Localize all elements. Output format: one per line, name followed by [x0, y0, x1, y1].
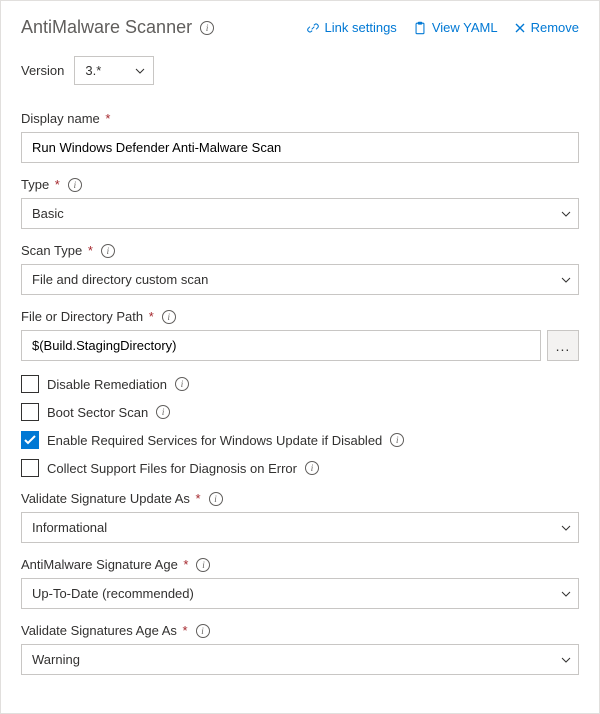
checkbox-group: Disable Remediation i Boot Sector Scan i…	[21, 375, 579, 477]
version-select[interactable]: 3.*	[74, 56, 154, 85]
info-icon[interactable]: i	[101, 244, 115, 258]
panel-header: AntiMalware Scanner i Link settings View…	[21, 17, 579, 38]
chevron-down-icon	[561, 525, 571, 531]
panel-title: AntiMalware Scanner	[21, 17, 192, 38]
info-icon[interactable]: i	[156, 405, 170, 419]
required-mark: *	[102, 111, 111, 126]
link-settings-button[interactable]: Link settings	[306, 20, 397, 35]
file-path-row: ...	[21, 330, 579, 361]
type-label: Type * i	[21, 177, 579, 192]
title-wrap: AntiMalware Scanner i	[21, 17, 214, 38]
enable-services-row: Enable Required Services for Windows Upd…	[21, 431, 579, 449]
validate-age-value: Warning	[21, 644, 579, 675]
scan-type-select[interactable]: File and directory custom scan	[21, 264, 579, 295]
validate-age-select[interactable]: Warning	[21, 644, 579, 675]
remove-label: Remove	[531, 20, 579, 35]
info-icon[interactable]: i	[200, 21, 214, 35]
version-value: 3.*	[85, 63, 101, 78]
collect-support-label: Collect Support Files for Diagnosis on E…	[47, 461, 297, 476]
info-icon[interactable]: i	[305, 461, 319, 475]
remove-button[interactable]: Remove	[514, 20, 579, 35]
validate-age-label: Validate Signatures Age As * i	[21, 623, 579, 638]
validate-update-select[interactable]: Informational	[21, 512, 579, 543]
clipboard-icon	[413, 21, 427, 35]
collect-support-checkbox[interactable]	[21, 459, 39, 477]
info-icon[interactable]: i	[162, 310, 176, 324]
type-select[interactable]: Basic	[21, 198, 579, 229]
boot-sector-label: Boot Sector Scan	[47, 405, 148, 420]
chevron-down-icon	[561, 211, 571, 217]
scan-type-field: Scan Type * i File and directory custom …	[21, 243, 579, 295]
close-icon	[514, 22, 526, 34]
collect-support-row: Collect Support Files for Diagnosis on E…	[21, 459, 579, 477]
info-icon[interactable]: i	[390, 433, 404, 447]
type-field: Type * i Basic	[21, 177, 579, 229]
display-name-field: Display name *	[21, 111, 579, 163]
chevron-down-icon	[561, 591, 571, 597]
signature-age-label: AntiMalware Signature Age * i	[21, 557, 579, 572]
link-settings-label: Link settings	[325, 20, 397, 35]
header-actions: Link settings View YAML Remove	[306, 20, 579, 35]
info-icon[interactable]: i	[175, 377, 189, 391]
validate-update-field: Validate Signature Update As * i Informa…	[21, 491, 579, 543]
browse-button[interactable]: ...	[547, 330, 579, 361]
chevron-down-icon	[561, 657, 571, 663]
display-name-label: Display name *	[21, 111, 579, 126]
scan-type-label: Scan Type * i	[21, 243, 579, 258]
version-label: Version	[21, 63, 64, 78]
disable-remediation-checkbox[interactable]	[21, 375, 39, 393]
validate-age-field: Validate Signatures Age As * i Warning	[21, 623, 579, 675]
enable-services-label: Enable Required Services for Windows Upd…	[47, 433, 382, 448]
chevron-down-icon	[561, 277, 571, 283]
version-row: Version 3.*	[21, 56, 579, 85]
boot-sector-row: Boot Sector Scan i	[21, 403, 579, 421]
disable-remediation-label: Disable Remediation	[47, 377, 167, 392]
signature-age-value: Up-To-Date (recommended)	[21, 578, 579, 609]
file-path-input[interactable]	[21, 330, 541, 361]
view-yaml-button[interactable]: View YAML	[413, 20, 498, 35]
file-path-label: File or Directory Path * i	[21, 309, 579, 324]
validate-update-label: Validate Signature Update As * i	[21, 491, 579, 506]
file-path-field: File or Directory Path * i ...	[21, 309, 579, 361]
scan-type-value: File and directory custom scan	[21, 264, 579, 295]
info-icon[interactable]: i	[209, 492, 223, 506]
info-icon[interactable]: i	[196, 558, 210, 572]
link-icon	[306, 21, 320, 35]
info-icon[interactable]: i	[68, 178, 82, 192]
signature-age-select[interactable]: Up-To-Date (recommended)	[21, 578, 579, 609]
info-icon[interactable]: i	[196, 624, 210, 638]
signature-age-field: AntiMalware Signature Age * i Up-To-Date…	[21, 557, 579, 609]
disable-remediation-row: Disable Remediation i	[21, 375, 579, 393]
validate-update-value: Informational	[21, 512, 579, 543]
view-yaml-label: View YAML	[432, 20, 498, 35]
chevron-down-icon	[135, 68, 145, 74]
task-panel: AntiMalware Scanner i Link settings View…	[0, 0, 600, 714]
enable-services-checkbox[interactable]	[21, 431, 39, 449]
type-value: Basic	[21, 198, 579, 229]
display-name-input[interactable]	[21, 132, 579, 163]
boot-sector-checkbox[interactable]	[21, 403, 39, 421]
